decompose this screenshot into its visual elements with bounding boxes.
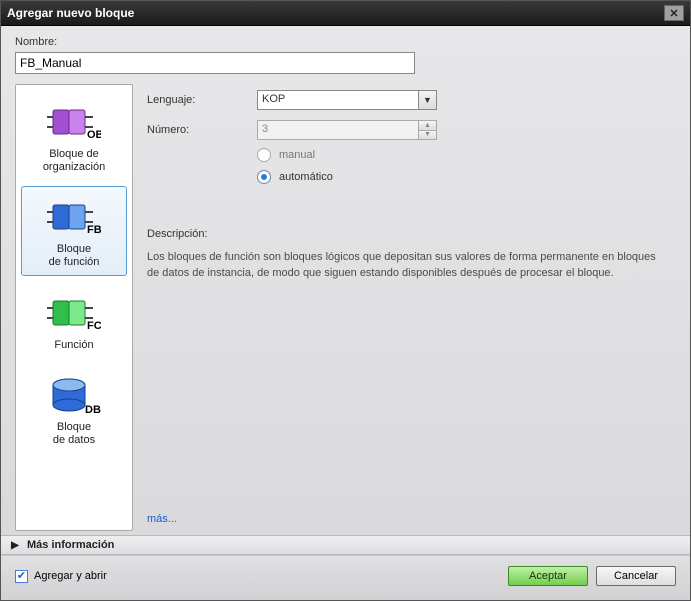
number-mode-radiogroup: manual automático bbox=[257, 148, 666, 184]
chevron-down-icon[interactable]: ▼ bbox=[419, 90, 437, 110]
dialog-title: Agregar nuevo bloque bbox=[7, 6, 134, 20]
svg-text:FC: FC bbox=[87, 320, 101, 332]
description-text: Los bloques de función son bloques lógic… bbox=[147, 250, 657, 282]
content-area: Nombre: OB bbox=[1, 26, 690, 535]
number-value: 3 bbox=[257, 120, 419, 140]
db-icon: DB bbox=[46, 371, 102, 419]
accept-button[interactable]: Aceptar bbox=[508, 566, 588, 586]
name-label: Nombre: bbox=[15, 36, 676, 48]
description-label: Descripción: bbox=[147, 228, 666, 240]
svg-text:OB: OB bbox=[87, 129, 101, 141]
block-type-sidebar: OB Bloque de organización bbox=[15, 84, 133, 531]
radio-manual[interactable]: manual bbox=[257, 148, 666, 162]
check-icon: ✔ bbox=[17, 571, 26, 582]
block-item-ob[interactable]: OB Bloque de organización bbox=[21, 91, 127, 180]
block-label: Bloque de función bbox=[49, 243, 100, 268]
radio-manual-control[interactable] bbox=[257, 148, 271, 162]
radio-automatic[interactable]: automático bbox=[257, 170, 666, 184]
more-info-expander[interactable]: ▶ Más información bbox=[1, 535, 690, 555]
number-label: Número: bbox=[147, 124, 257, 136]
radio-automatic-control[interactable] bbox=[257, 170, 271, 184]
fb-icon: FB bbox=[46, 193, 102, 241]
form-grid: Lenguaje: KOP ▼ Número: 3 ▲ ▼ bbox=[147, 90, 666, 140]
footer: ✔ Agregar y abrir Aceptar Cancelar bbox=[1, 555, 690, 600]
cancel-button[interactable]: Cancelar bbox=[596, 566, 676, 586]
add-block-dialog: Agregar nuevo bloque ✕ Nombre: bbox=[0, 0, 691, 601]
close-icon: ✕ bbox=[669, 7, 678, 20]
language-select[interactable]: KOP ▼ bbox=[257, 90, 437, 110]
spinner-down-icon: ▼ bbox=[419, 130, 437, 141]
main-panel: Lenguaje: KOP ▼ Número: 3 ▲ ▼ bbox=[143, 84, 676, 531]
ob-icon: OB bbox=[46, 98, 102, 146]
language-label: Lenguaje: bbox=[147, 94, 257, 106]
add-and-open-checkbox[interactable]: ✔ bbox=[15, 570, 28, 583]
body-row: OB Bloque de organización bbox=[15, 84, 676, 531]
add-and-open-row[interactable]: ✔ Agregar y abrir bbox=[15, 570, 107, 583]
add-and-open-label: Agregar y abrir bbox=[34, 570, 107, 582]
chevron-right-icon: ▶ bbox=[9, 539, 21, 551]
block-label: Bloque de datos bbox=[53, 421, 95, 446]
block-label: Función bbox=[54, 339, 93, 352]
fc-icon: FC bbox=[46, 289, 102, 337]
radio-manual-label: manual bbox=[279, 149, 315, 161]
name-input[interactable] bbox=[15, 52, 415, 74]
block-item-fc[interactable]: FC Función bbox=[21, 282, 127, 359]
titlebar: Agregar nuevo bloque ✕ bbox=[1, 1, 690, 26]
number-spinner: 3 ▲ ▼ bbox=[257, 120, 437, 140]
spinner-up-icon: ▲ bbox=[419, 120, 437, 130]
svg-text:DB: DB bbox=[85, 404, 101, 416]
name-row: Nombre: bbox=[15, 36, 676, 74]
block-item-fb[interactable]: FB Bloque de función bbox=[21, 186, 127, 275]
more-link[interactable]: más... bbox=[147, 513, 666, 525]
block-label: Bloque de organización bbox=[43, 148, 105, 173]
svg-text:FB: FB bbox=[87, 224, 101, 236]
block-item-db[interactable]: DB Bloque de datos bbox=[21, 364, 127, 453]
radio-automatic-label: automático bbox=[279, 171, 333, 183]
language-value: KOP bbox=[257, 90, 419, 110]
more-info-label: Más información bbox=[27, 539, 114, 551]
close-button[interactable]: ✕ bbox=[664, 5, 684, 21]
